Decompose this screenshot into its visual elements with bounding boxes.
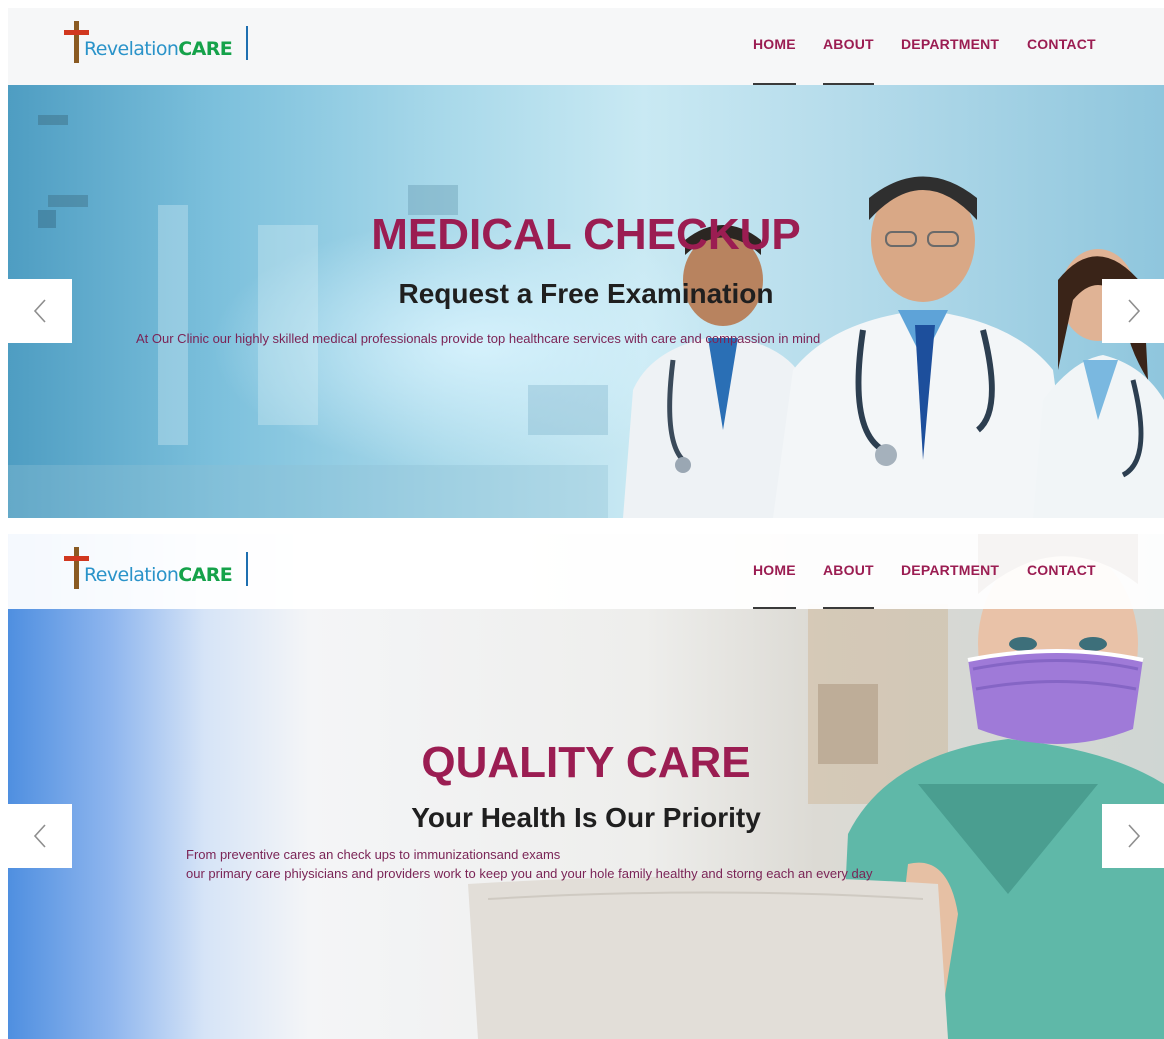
chevron-right-icon (1128, 824, 1141, 848)
slide-frame-quality-care: QUALITY CARE Your Health Is Our Priority… (8, 534, 1164, 1039)
nav-about[interactable]: ABOUT (823, 562, 874, 578)
nav-about[interactable]: ABOUT (823, 36, 874, 52)
hero-subtitle: Your Health Is Our Priority (411, 802, 761, 833)
logo-divider (246, 26, 248, 60)
brand-logo[interactable]: RevelationCARE (64, 546, 264, 592)
laptop-image (468, 876, 948, 1039)
carousel-next-button[interactable] (1102, 279, 1164, 343)
chevron-left-icon (33, 824, 46, 848)
nav-contact[interactable]: CONTACT (1027, 562, 1096, 578)
logo-text: RevelationCARE (84, 38, 233, 60)
nav-about-underline (823, 83, 874, 85)
nav-home-underline (753, 83, 796, 85)
carousel-next-button[interactable] (1102, 804, 1164, 868)
chevron-right-icon (1128, 299, 1141, 323)
logo-text-care: CARE (178, 564, 233, 586)
logo-divider (246, 552, 248, 586)
chevron-left-icon (33, 299, 46, 323)
hero-slide: QUALITY CARE Your Health Is Our Priority… (8, 534, 1164, 1039)
hero-subtitle: Request a Free Examination (398, 278, 774, 309)
nav-contact[interactable]: CONTACT (1027, 36, 1096, 52)
hero-title: QUALITY CARE (421, 738, 751, 787)
carousel-prev-button[interactable] (8, 804, 72, 868)
nav-home[interactable]: HOME (753, 562, 796, 578)
logo-text-revelation: Revelation (84, 38, 179, 60)
nav-about-underline (823, 607, 874, 609)
hero-description-line-1: From preventive cares an check ups to im… (186, 847, 561, 862)
navbar: RevelationCARE HOME ABOUT DEPARTMENT CON… (8, 8, 1164, 85)
logo-text: RevelationCARE (84, 564, 233, 586)
slide-frame-medical-checkup: RevelationCARE HOME ABOUT DEPARTMENT CON… (8, 8, 1164, 518)
nav-department[interactable]: DEPARTMENT (901, 562, 999, 578)
hero-description-line-2: our primary care phiysicians and provide… (186, 866, 873, 881)
hero-slide: MEDICAL CHECKUP Request a Free Examinati… (8, 85, 1164, 518)
hero-description: At Our Clinic our highly skilled medical… (136, 331, 821, 346)
nav-department[interactable]: DEPARTMENT (901, 36, 999, 52)
hero-title: MEDICAL CHECKUP (371, 210, 801, 259)
nav-home-underline (753, 607, 796, 609)
logo-text-revelation: Revelation (84, 564, 179, 586)
nav-home[interactable]: HOME (753, 36, 796, 52)
carousel-prev-button[interactable] (8, 279, 72, 343)
logo-text-care: CARE (178, 38, 233, 60)
navbar: RevelationCARE HOME ABOUT DEPARTMENT CON… (8, 534, 1164, 609)
brand-logo[interactable]: RevelationCARE (64, 20, 264, 66)
